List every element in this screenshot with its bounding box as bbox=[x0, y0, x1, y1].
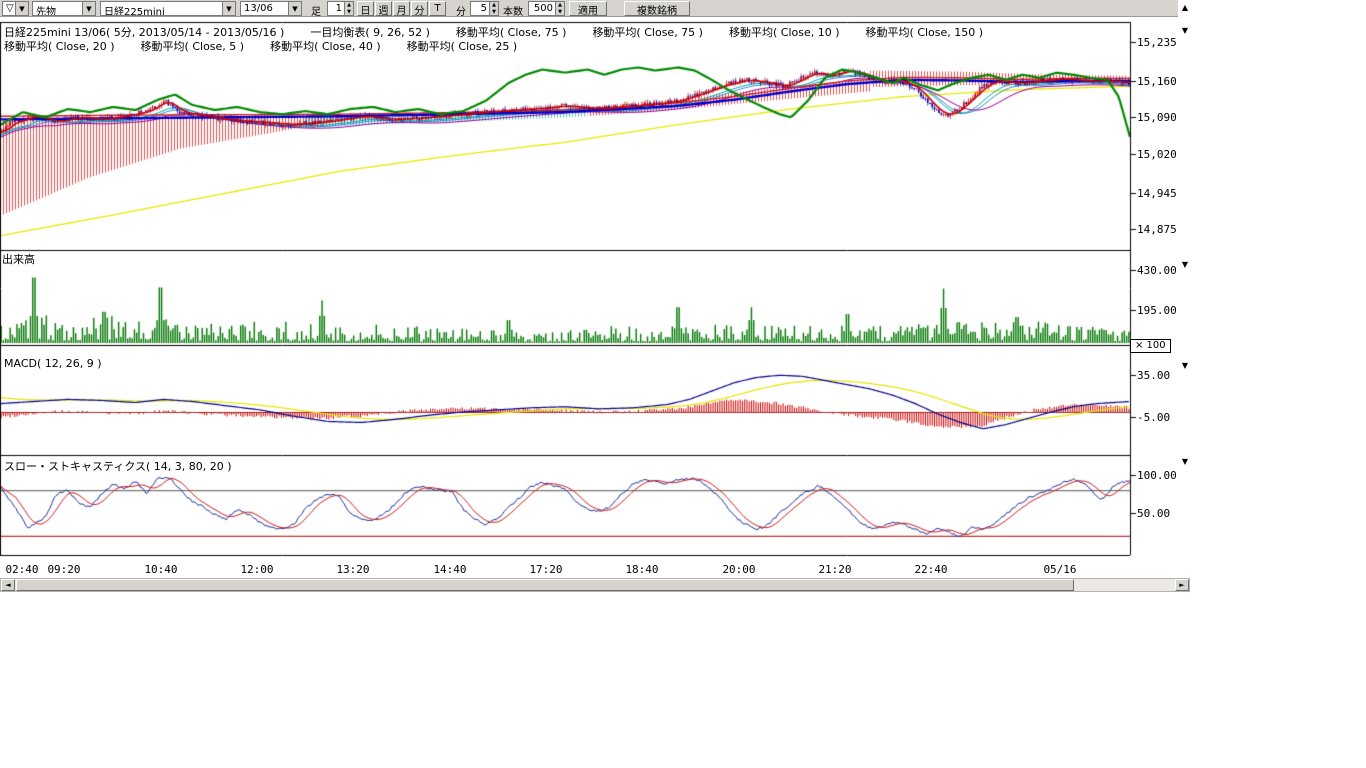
macd-pane-title: MACD( 12, 26, 9 ) bbox=[4, 357, 102, 370]
volume-unit-badge: × 100 bbox=[1130, 339, 1171, 353]
indicator-header-line2: 移動平均( Close, 20 ) 移動平均( Close, 5 ) 移動平均( C… bbox=[4, 38, 517, 54]
volume-pane-title: 出来高 bbox=[2, 251, 35, 267]
chart-canvas[interactable] bbox=[0, 0, 1190, 592]
indicator-label: 移動平均( Close, 25 ) bbox=[407, 38, 518, 54]
price-axis-label: 15,020 bbox=[1137, 148, 1177, 161]
time-axis-label: 02:40 bbox=[5, 563, 38, 576]
stoch-axis-label: 100.00 bbox=[1137, 469, 1177, 482]
indicator-label: 移動平均( Close, 20 ) bbox=[4, 38, 115, 54]
indicator-label: 移動平均( Close, 75 ) bbox=[592, 24, 703, 40]
time-axis-label: 22:40 bbox=[914, 563, 947, 576]
price-axis-label: 14,875 bbox=[1137, 223, 1177, 236]
time-axis-label: 17:20 bbox=[529, 563, 562, 576]
price-axis-label: 15,090 bbox=[1137, 111, 1177, 124]
volume-axis-label: 195.00 bbox=[1137, 304, 1177, 317]
scroll-down-icon: ▼ bbox=[1182, 26, 1188, 35]
price-axis-label: 15,160 bbox=[1137, 75, 1177, 88]
trading-chart-window: ▽ ▼ 先物 ▼ 日経225mini ▼ 13/06 ▼ 足 1 ▲▼ 日 週 … bbox=[0, 0, 1366, 768]
volume-pane-menu-button[interactable]: ▼ bbox=[1179, 259, 1191, 270]
scroll-down-icon: ▼ bbox=[1182, 457, 1188, 466]
price-axis-label: 14,945 bbox=[1137, 187, 1177, 200]
macd-axis-label: 35.00 bbox=[1137, 369, 1170, 382]
time-axis-label: 20:00 bbox=[722, 563, 755, 576]
scroll-down-icon: ▼ bbox=[1182, 361, 1188, 370]
indicator-label: 移動平均( Close, 40 ) bbox=[270, 38, 381, 54]
time-axis-label: 21:20 bbox=[818, 563, 851, 576]
scrollbar-thumb[interactable] bbox=[16, 579, 1074, 591]
scroll-left-button[interactable]: ◄ bbox=[1, 579, 15, 591]
time-axis-label: 10:40 bbox=[144, 563, 177, 576]
price-pane-menu-button[interactable]: ▼ bbox=[1179, 25, 1191, 36]
indicator-label: 移動平均( Close, 10 ) bbox=[729, 24, 840, 40]
indicator-label: 移動平均( Close, 5 ) bbox=[141, 38, 245, 54]
scroll-up-icon: ▲ bbox=[1182, 3, 1188, 12]
time-axis-label: 14:40 bbox=[433, 563, 466, 576]
time-axis-label: 18:40 bbox=[625, 563, 658, 576]
macd-axis-label: -5.00 bbox=[1137, 411, 1170, 424]
chart-scroll-up-button[interactable]: ▲ bbox=[1179, 2, 1191, 13]
scroll-down-icon: ▼ bbox=[1182, 260, 1188, 269]
horizontal-scrollbar[interactable]: ◄ ► bbox=[0, 578, 1190, 592]
time-axis-label: 09:20 bbox=[47, 563, 80, 576]
time-axis-label: 05/16 bbox=[1043, 563, 1076, 576]
stoch-pane-title: スロー・ストキャスティクス( 14, 3, 80, 20 ) bbox=[4, 458, 232, 474]
scroll-left-icon: ◄ bbox=[5, 581, 10, 589]
volume-axis-label: 430.00 bbox=[1137, 264, 1177, 277]
indicator-label: 移動平均( Close, 150 ) bbox=[866, 24, 984, 40]
price-axis-label: 15,235 bbox=[1137, 36, 1177, 49]
scroll-right-icon: ► bbox=[1179, 581, 1184, 589]
time-axis-label: 13:20 bbox=[336, 563, 369, 576]
macd-pane-menu-button[interactable]: ▼ bbox=[1179, 360, 1191, 371]
stoch-pane-menu-button[interactable]: ▼ bbox=[1179, 456, 1191, 467]
scroll-right-button[interactable]: ► bbox=[1175, 579, 1189, 591]
stoch-axis-label: 50.00 bbox=[1137, 507, 1170, 520]
time-axis-label: 12:00 bbox=[240, 563, 273, 576]
